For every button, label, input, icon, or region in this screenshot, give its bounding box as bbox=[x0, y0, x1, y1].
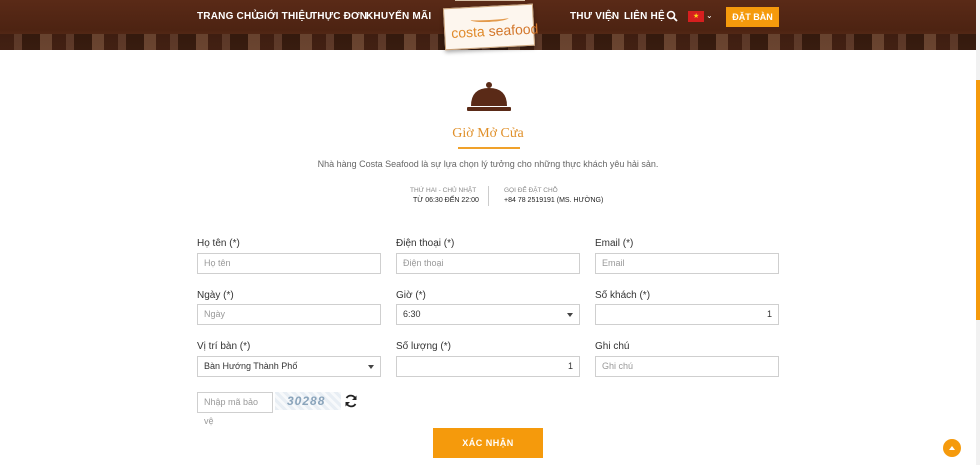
language-flag-icon[interactable]: ★ bbox=[688, 11, 704, 22]
phone-input[interactable]: Điện thoại bbox=[396, 253, 580, 274]
nav-menu[interactable]: THỰC ĐƠN bbox=[311, 11, 367, 22]
guests-label: Số khách (*) bbox=[595, 290, 651, 301]
time-label: Giờ (*) bbox=[396, 290, 426, 301]
arrow-up-icon bbox=[949, 446, 955, 450]
section-title: Giờ Mở Cửa bbox=[452, 126, 524, 141]
guests-input[interactable]: 1 bbox=[595, 304, 779, 325]
search-icon[interactable] bbox=[666, 10, 678, 22]
quantity-input[interactable]: 1 bbox=[396, 356, 580, 377]
hours-days-label: THỨ HAI - CHỦ NHẬT bbox=[410, 187, 477, 194]
captcha-input[interactable]: Nhập mã bảo vệ bbox=[197, 392, 273, 426]
nav-home[interactable]: TRANG CHỦ bbox=[197, 11, 259, 22]
nav-promotions[interactable]: KHUYẾN MÃI bbox=[366, 11, 431, 22]
scrollbar-thumb[interactable] bbox=[976, 80, 980, 320]
reservation-phone[interactable]: +84 78 2519191 (MS. HƯỜNG) bbox=[504, 197, 603, 204]
table-position-select[interactable]: Bàn Hướng Thành Phố bbox=[197, 356, 381, 377]
logo-text: costa seafood bbox=[450, 20, 539, 41]
date-label: Ngày (*) bbox=[197, 290, 234, 301]
chevron-down-icon: ⌄ bbox=[609, 11, 616, 20]
intro-text: Nhà hàng Costa Seafood là sự lựa chọn lý… bbox=[317, 159, 659, 169]
time-select-value: 6:30 bbox=[403, 309, 421, 319]
hours-divider bbox=[488, 186, 489, 206]
table-position-label: Vị trí bàn (*) bbox=[197, 341, 251, 352]
language-chevron-icon[interactable]: ⌄ bbox=[706, 11, 713, 20]
caret-down-icon bbox=[368, 365, 374, 369]
email-label: Email (*) bbox=[595, 238, 634, 249]
refresh-captcha-icon[interactable] bbox=[344, 394, 358, 408]
back-to-top-button[interactable] bbox=[943, 439, 961, 457]
cloche-icon bbox=[467, 82, 511, 111]
email-input[interactable]: Email bbox=[595, 253, 779, 274]
time-select[interactable]: 6:30 bbox=[396, 304, 580, 325]
note-label: Ghi chú bbox=[595, 341, 630, 352]
note-input[interactable]: Ghi chú bbox=[595, 356, 779, 377]
name-input[interactable]: Họ tên bbox=[197, 253, 381, 274]
captcha-image: 30288 bbox=[275, 392, 341, 410]
hours-time-value: TỪ 06:30 ĐẾN 22:00 bbox=[413, 197, 479, 204]
book-table-button[interactable]: ĐẶT BÀN bbox=[726, 7, 779, 27]
nav-about[interactable]: GIỚI THIỆU bbox=[256, 11, 313, 22]
table-position-value: Bàn Hướng Thành Phố bbox=[204, 361, 298, 371]
name-label: Họ tên (*) bbox=[197, 238, 240, 249]
title-underline bbox=[458, 147, 520, 149]
submit-button[interactable]: XÁC NHẬN bbox=[433, 428, 543, 458]
site-logo[interactable]: costa seafood bbox=[442, 3, 539, 51]
quantity-label: Số lượng (*) bbox=[396, 341, 451, 352]
date-input[interactable]: Ngày bbox=[197, 304, 381, 325]
nav-contact[interactable]: LIÊN HỆ bbox=[624, 11, 665, 22]
reservation-call-label: GỌI ĐỂ ĐẶT CHỖ bbox=[504, 187, 558, 194]
caret-down-icon bbox=[567, 313, 573, 317]
phone-label: Điện thoại (*) bbox=[396, 238, 455, 249]
